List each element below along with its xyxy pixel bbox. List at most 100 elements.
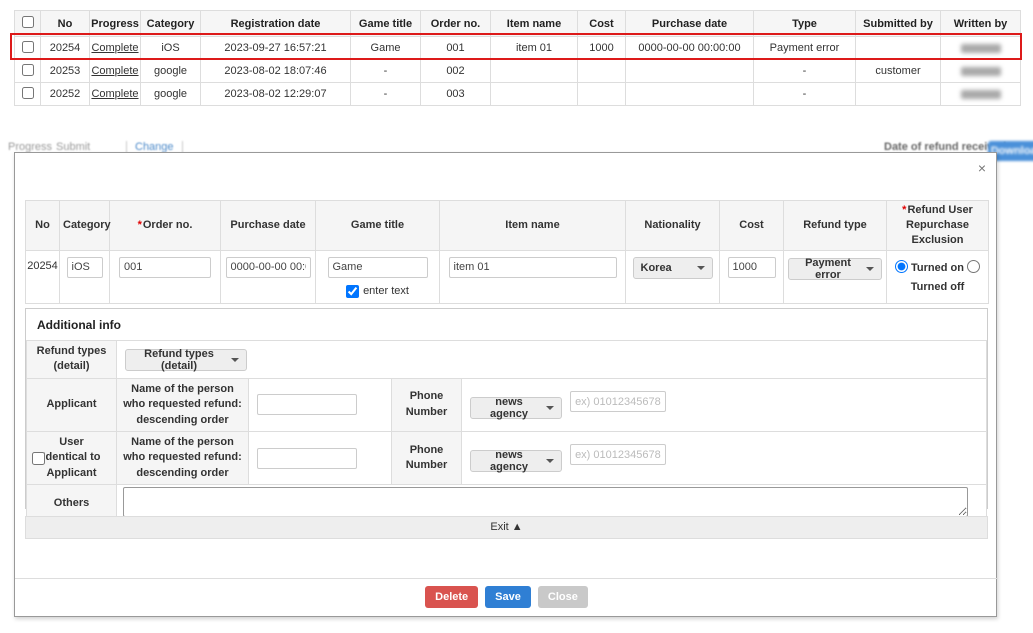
applicant-phone-field[interactable]	[570, 391, 666, 412]
cell-game-title: Game	[351, 37, 421, 60]
col-progress: Progress	[90, 11, 141, 37]
category-field[interactable]	[67, 257, 103, 278]
purchase-date-field[interactable]	[226, 257, 311, 278]
game-title-field[interactable]	[328, 257, 428, 278]
cell-type: -	[754, 60, 856, 83]
table-row[interactable]: 20252 Complete google 2023-08-02 12:29:0…	[15, 83, 1021, 106]
required-marker: *	[902, 204, 906, 216]
row-checkbox[interactable]	[22, 41, 34, 53]
turned-on-radio[interactable]	[895, 260, 908, 273]
applicant-phone-type-select[interactable]: news agency	[470, 397, 562, 419]
caret-down-icon	[546, 459, 554, 463]
order-no-field[interactable]	[119, 257, 211, 278]
required-marker: *	[138, 219, 142, 231]
form-col-nationality: Nationality	[626, 201, 720, 251]
exit-collapse-bar[interactable]: Exit ▲	[25, 516, 988, 539]
col-purchase-date: Purchase date	[626, 11, 754, 37]
refund-type-select[interactable]: Payment error	[788, 258, 882, 280]
refund-types-row: Refund types (detail) Refund types (deta…	[27, 341, 987, 379]
form-col-cost: Cost	[720, 201, 784, 251]
cell-written-by	[941, 60, 1021, 83]
cell-item-name: item 01	[491, 37, 578, 60]
redacted-name	[961, 90, 1001, 99]
col-submitted-by: Submitted by	[856, 11, 941, 37]
close-icon[interactable]: ×	[978, 161, 986, 175]
record-form-table: No Category *Order no. Purchase date Gam…	[25, 200, 989, 304]
user-name-label: Name of the person who requested refund:…	[117, 431, 249, 484]
turned-off-radio[interactable]	[967, 260, 980, 273]
footer-divider	[15, 578, 998, 579]
cell-cost	[578, 83, 626, 106]
col-type: Type	[754, 11, 856, 37]
nationality-select[interactable]: Korea	[633, 257, 713, 279]
cell-type: -	[754, 83, 856, 106]
form-header-row: No Category *Order no. Purchase date Gam…	[26, 201, 989, 251]
item-name-field[interactable]	[449, 257, 617, 278]
cell-purchase-date: 0000-00-00 00:00:00	[626, 37, 754, 60]
form-col-no: No	[26, 201, 60, 251]
cell-category: google	[141, 83, 201, 106]
table-row[interactable]: 20253 Complete google 2023-08-02 18:07:4…	[15, 60, 1021, 83]
select-all-checkbox[interactable]	[22, 16, 34, 28]
form-col-repurchase-exclusion: *Refund User Repurchase Exclusion	[887, 201, 989, 251]
others-textarea[interactable]	[123, 487, 968, 517]
refund-types-select[interactable]: Refund types (detail)	[125, 349, 247, 371]
col-written-by: Written by	[941, 11, 1021, 37]
table-row-selected[interactable]: 20254 Complete iOS 2023-09-27 16:57:21 G…	[15, 37, 1021, 60]
refund-types-label: Refund types (detail)	[27, 341, 117, 379]
redacted-name	[961, 67, 1001, 76]
col-registration-date: Registration date	[201, 11, 351, 37]
form-col-refund-type: Refund type	[784, 201, 887, 251]
col-cost: Cost	[578, 11, 626, 37]
user-phone-type-select[interactable]: news agency	[470, 450, 562, 472]
cell-category: iOS	[141, 37, 201, 60]
record-no: 20254	[26, 250, 60, 303]
col-item-name: Item name	[491, 11, 578, 37]
user-phone-field[interactable]	[570, 444, 666, 465]
user-phone-label: Phone Number	[392, 431, 462, 484]
col-no: No	[41, 11, 90, 37]
applicant-label: Applicant	[27, 378, 117, 431]
form-col-item-name: Item name	[440, 201, 626, 251]
delete-button[interactable]: Delete	[425, 586, 478, 608]
caret-down-icon	[866, 267, 874, 271]
cell-game-title: -	[351, 60, 421, 83]
row-checkbox[interactable]	[22, 87, 34, 99]
cell-type: Payment error	[754, 37, 856, 60]
cell-written-by	[941, 37, 1021, 60]
form-col-game-title: Game title	[316, 201, 440, 251]
cell-written-by	[941, 83, 1021, 106]
user-identical-label: User Identical to Applicant	[27, 431, 117, 484]
cell-cost: 1000	[578, 37, 626, 60]
select-all-cell	[15, 11, 41, 37]
form-value-row: 20254 enter text Korea	[26, 250, 989, 303]
close-button[interactable]: Close	[538, 586, 588, 608]
cell-registration-date: 2023-08-02 12:29:07	[201, 83, 351, 106]
refund-detail-modal: × No Category *Order no. Purchase date G…	[14, 152, 997, 617]
col-category: Category	[141, 11, 201, 37]
form-col-purchase-date: Purchase date	[221, 201, 316, 251]
save-button[interactable]: Save	[485, 586, 531, 608]
cell-no: 20253	[41, 60, 90, 83]
applicant-name-field[interactable]	[257, 394, 357, 415]
row-checkbox[interactable]	[22, 64, 34, 76]
progress-link[interactable]: Complete	[91, 88, 138, 100]
enter-text-checkbox[interactable]	[346, 285, 359, 298]
cost-field[interactable]	[728, 257, 776, 278]
col-game-title: Game title	[351, 11, 421, 37]
results-header-row: No Progress Category Registration date G…	[15, 11, 1021, 37]
cell-order-no: 001	[421, 37, 491, 60]
cell-no: 20252	[41, 83, 90, 106]
user-name-field[interactable]	[257, 448, 357, 469]
cell-no: 20254	[41, 37, 90, 60]
col-order-no: Order no.	[421, 11, 491, 37]
form-col-order-no: *Order no.	[110, 201, 221, 251]
cell-category: google	[141, 60, 201, 83]
cell-submitted-by	[856, 37, 941, 60]
form-col-category: Category	[60, 201, 110, 251]
enter-text-option[interactable]: enter text	[316, 285, 439, 298]
cell-submitted-by	[856, 83, 941, 106]
user-identical-checkbox[interactable]	[32, 452, 45, 465]
progress-link[interactable]: Complete	[91, 65, 138, 77]
progress-link[interactable]: Complete	[91, 42, 138, 54]
